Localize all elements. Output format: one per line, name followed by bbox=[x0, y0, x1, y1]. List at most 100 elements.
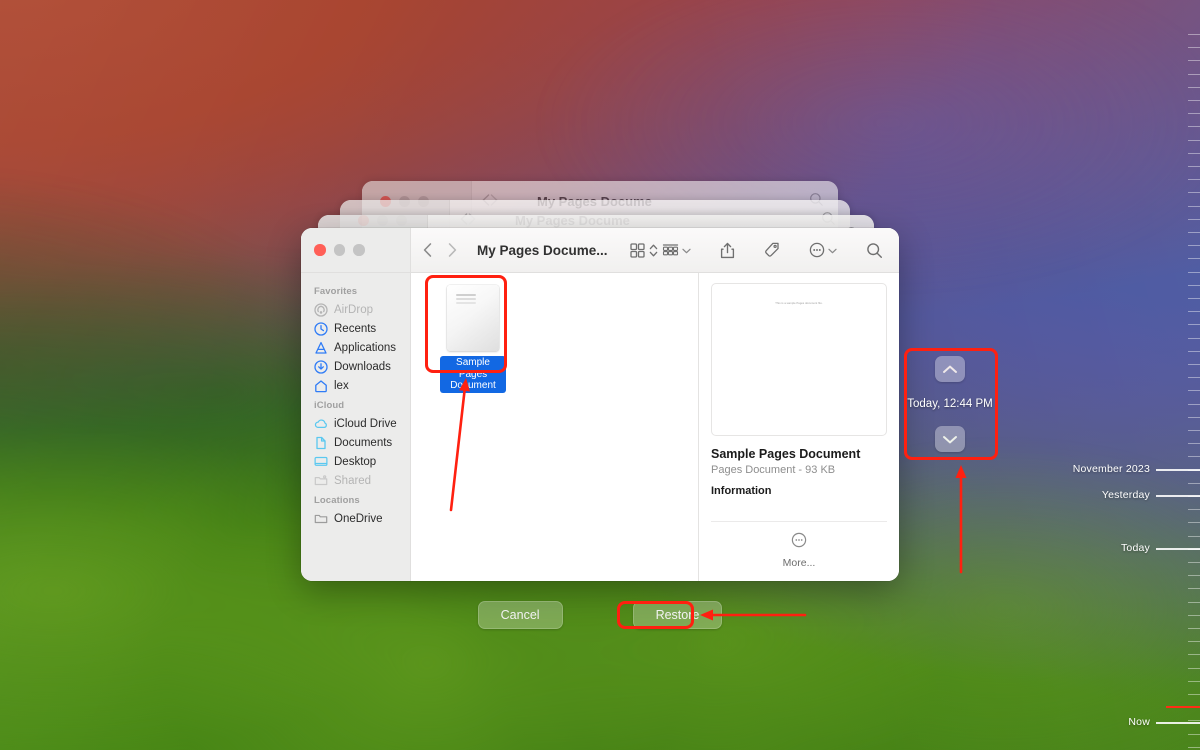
restore-button[interactable]: Restore bbox=[633, 601, 723, 629]
timeline-tick[interactable] bbox=[1188, 364, 1200, 365]
document-preview-thumbnail: This is a sample Pages document file. bbox=[711, 283, 887, 436]
sidebar-item-recents[interactable]: Recents bbox=[301, 319, 410, 338]
timeline-tick[interactable] bbox=[1188, 456, 1200, 457]
sidebar-section-heading: Locations bbox=[301, 490, 410, 509]
timeline-now-marker[interactable] bbox=[1166, 706, 1200, 708]
finder-sidebar[interactable]: FavoritesAirDropRecentsApplicationsDownl… bbox=[301, 273, 411, 581]
timeline-tick-major[interactable] bbox=[1156, 469, 1200, 471]
timeline-tick[interactable] bbox=[1188, 483, 1200, 484]
timeline-tick[interactable] bbox=[1188, 351, 1200, 352]
preview-pane: This is a sample Pages document file. Sa… bbox=[698, 273, 899, 581]
minimize-button[interactable] bbox=[334, 244, 346, 256]
sidebar-item-icloud-drive[interactable]: iCloud Drive bbox=[301, 414, 410, 433]
timeline-tick[interactable] bbox=[1188, 258, 1200, 259]
timeline-tick[interactable] bbox=[1188, 417, 1200, 418]
preview-more-label: More... bbox=[783, 557, 816, 569]
folder-icon bbox=[314, 512, 328, 526]
file-browser-area[interactable]: Sample Pages Document bbox=[411, 273, 698, 581]
navigation-arrows[interactable] bbox=[423, 243, 457, 257]
timeline-tick[interactable] bbox=[1188, 311, 1200, 312]
timeline-tick[interactable] bbox=[1188, 206, 1200, 207]
timeline-tick[interactable] bbox=[1188, 74, 1200, 75]
timeline-tick[interactable] bbox=[1188, 509, 1200, 510]
timeline-tick[interactable] bbox=[1188, 588, 1200, 589]
timeline-tick[interactable] bbox=[1188, 232, 1200, 233]
group-by-icon[interactable] bbox=[660, 239, 693, 261]
sidebar-item-documents[interactable]: Documents bbox=[301, 433, 410, 452]
chevron-up-icon[interactable] bbox=[935, 356, 965, 382]
sidebar-item-downloads[interactable]: Downloads bbox=[301, 357, 410, 376]
timeline-tick[interactable] bbox=[1188, 153, 1200, 154]
time-machine-timeline[interactable]: November 2023YesterdayTodayNow bbox=[1020, 0, 1200, 750]
timeline-tick[interactable] bbox=[1188, 575, 1200, 576]
timeline-tick[interactable] bbox=[1188, 404, 1200, 405]
timeline-tick[interactable] bbox=[1188, 562, 1200, 563]
timeline-tick[interactable] bbox=[1188, 443, 1200, 444]
close-button[interactable] bbox=[314, 244, 326, 256]
more-circle-icon[interactable] bbox=[807, 239, 839, 261]
timeline-tick[interactable] bbox=[1188, 298, 1200, 299]
grid-view-icon[interactable] bbox=[628, 241, 647, 260]
timeline-tick-major[interactable] bbox=[1156, 548, 1200, 550]
timeline-tick[interactable] bbox=[1188, 34, 1200, 35]
timeline-tick[interactable] bbox=[1188, 285, 1200, 286]
timeline-tick[interactable] bbox=[1188, 641, 1200, 642]
share-icon[interactable] bbox=[718, 240, 737, 261]
timeline-tick[interactable] bbox=[1188, 694, 1200, 695]
timeline-tick[interactable] bbox=[1188, 338, 1200, 339]
timeline-tick[interactable] bbox=[1188, 192, 1200, 193]
sidebar-item-onedrive[interactable]: OneDrive bbox=[301, 509, 410, 528]
timeline-tick[interactable] bbox=[1188, 377, 1200, 378]
timeline-tick[interactable] bbox=[1188, 681, 1200, 682]
action-bar: Cancel Restore bbox=[0, 601, 1200, 629]
preview-information-heading: Information bbox=[711, 485, 887, 497]
chevron-down-icon[interactable] bbox=[682, 241, 691, 259]
timeline-tick[interactable] bbox=[1188, 430, 1200, 431]
timeline-tick[interactable] bbox=[1188, 87, 1200, 88]
timeline-tick[interactable] bbox=[1188, 747, 1200, 748]
timeline-tick[interactable] bbox=[1188, 654, 1200, 655]
timeline-tick[interactable] bbox=[1188, 60, 1200, 61]
timeline-tick-major[interactable] bbox=[1156, 495, 1200, 497]
timeline-tick-major[interactable] bbox=[1156, 722, 1200, 724]
chevron-up-down-icon[interactable] bbox=[647, 241, 660, 260]
timeline-tick[interactable] bbox=[1188, 390, 1200, 391]
timeline-tick[interactable] bbox=[1188, 668, 1200, 669]
timeline-tick[interactable] bbox=[1188, 179, 1200, 180]
tag-icon[interactable] bbox=[762, 240, 782, 260]
timeline-tick[interactable] bbox=[1188, 126, 1200, 127]
timeline-tick[interactable] bbox=[1188, 113, 1200, 114]
timeline-tick[interactable] bbox=[1188, 720, 1200, 721]
maximize-button[interactable] bbox=[353, 244, 365, 256]
file-item-sample-pages-document[interactable]: Sample Pages Document bbox=[439, 285, 507, 393]
chevron-down-icon[interactable] bbox=[935, 426, 965, 452]
timeline-tick[interactable] bbox=[1188, 166, 1200, 167]
preview-more-button[interactable]: More... bbox=[711, 521, 887, 581]
chevron-down-icon[interactable] bbox=[828, 241, 837, 259]
time-machine-navigator[interactable]: Today, 12:44 PM bbox=[906, 350, 994, 458]
desktop-icon bbox=[314, 455, 328, 469]
timeline-tick[interactable] bbox=[1188, 140, 1200, 141]
timeline-tick[interactable] bbox=[1188, 734, 1200, 735]
chevron-right-icon[interactable] bbox=[448, 243, 457, 257]
timeline-tick[interactable] bbox=[1188, 245, 1200, 246]
sidebar-item-desktop[interactable]: Desktop bbox=[301, 452, 410, 471]
sidebar-item-airdrop[interactable]: AirDrop bbox=[301, 300, 410, 319]
sidebar-item-shared[interactable]: Shared bbox=[301, 471, 410, 490]
timeline-tick[interactable] bbox=[1188, 324, 1200, 325]
timeline-tick[interactable] bbox=[1188, 47, 1200, 48]
timeline-tick[interactable] bbox=[1188, 100, 1200, 101]
timeline-label: Today bbox=[1121, 542, 1150, 554]
window-traffic-lights[interactable] bbox=[314, 244, 365, 256]
chevron-left-icon[interactable] bbox=[423, 243, 432, 257]
sidebar-item-lex[interactable]: lex bbox=[301, 376, 410, 395]
timeline-tick[interactable] bbox=[1188, 536, 1200, 537]
sidebar-item-label: Desktop bbox=[334, 456, 376, 468]
search-icon[interactable] bbox=[864, 240, 885, 261]
timeline-tick[interactable] bbox=[1188, 219, 1200, 220]
timeline-tick[interactable] bbox=[1188, 272, 1200, 273]
timeline-tick[interactable] bbox=[1188, 522, 1200, 523]
finder-window[interactable]: My Pages Docume... bbox=[301, 228, 899, 581]
sidebar-item-applications[interactable]: Applications bbox=[301, 338, 410, 357]
cancel-button[interactable]: Cancel bbox=[478, 601, 563, 629]
